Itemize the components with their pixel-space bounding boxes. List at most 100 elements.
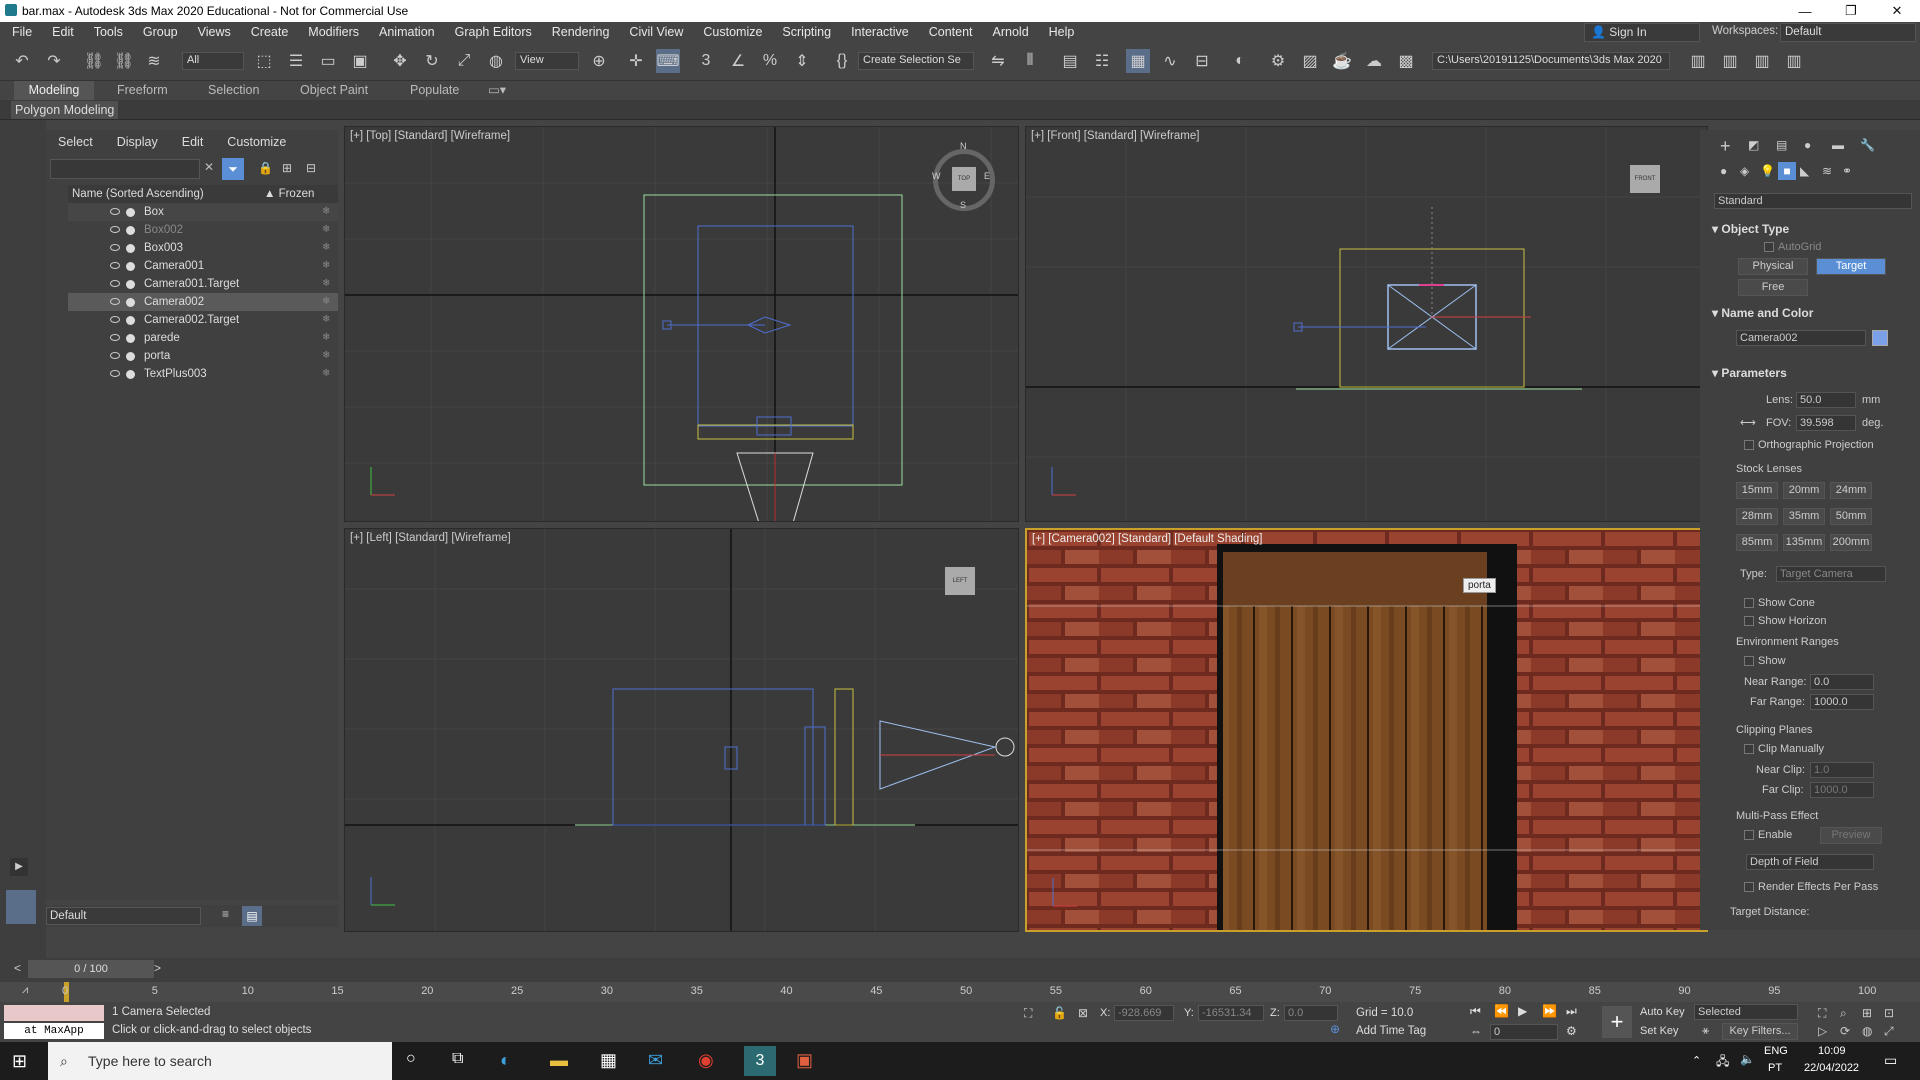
lens-15mm-button[interactable]: 15mm xyxy=(1736,482,1778,499)
edit-named-selection-icon[interactable]: {} xyxy=(830,49,854,73)
visibility-eye-icon[interactable] xyxy=(110,262,120,269)
prev-frame-icon[interactable]: < xyxy=(14,961,21,975)
tab-object-paint[interactable]: Object Paint xyxy=(300,81,368,100)
render-cloud-icon[interactable]: ☁ xyxy=(1362,49,1386,73)
name-color-header[interactable]: ▾ Name and Color xyxy=(1712,306,1813,320)
maximize-viewport-icon[interactable]: ⤢ xyxy=(1884,1024,1894,1039)
layer-dropdown[interactable]: Default xyxy=(46,907,201,925)
explorer-menu-display[interactable]: Display xyxy=(105,135,170,149)
menu-modifiers[interactable]: Modifiers xyxy=(298,22,369,43)
shapes-icon[interactable]: ◈ xyxy=(1740,164,1749,178)
time-config-icon[interactable]: ⚙ xyxy=(1566,1024,1577,1038)
minimize-icon[interactable]: — xyxy=(1782,0,1828,22)
freeze-icon[interactable]: ❄ xyxy=(322,329,330,347)
x-coord-input[interactable]: -928.669 xyxy=(1114,1005,1174,1021)
physical-button[interactable]: Physical xyxy=(1738,258,1808,275)
notification-icon[interactable]: ▭ xyxy=(1884,1052,1897,1069)
modify-tab-icon[interactable]: ◩ xyxy=(1748,138,1759,152)
clip-manually-checkbox[interactable] xyxy=(1744,744,1754,754)
motion-tab-icon[interactable]: ● xyxy=(1804,138,1811,152)
table-row[interactable]: Camera002 ❄ xyxy=(68,293,338,311)
select-object-icon[interactable]: ⬚ xyxy=(252,49,276,73)
select-by-name-icon[interactable]: ☰ xyxy=(284,49,308,73)
project-path-dropdown[interactable]: C:\Users\20191125\Documents\3ds Max 2020 xyxy=(1432,52,1670,70)
menu-file[interactable]: File xyxy=(0,22,42,43)
restore-icon[interactable]: ❐ xyxy=(1828,0,1874,22)
table-row[interactable]: TextPlus003 ❄ xyxy=(68,365,338,383)
store-icon[interactable]: ▦ xyxy=(600,1050,617,1071)
col-frozen[interactable]: ▲ Frozen xyxy=(264,185,314,203)
lens-35mm-button[interactable]: 35mm xyxy=(1783,508,1825,525)
near-clip-input[interactable]: 1.0 xyxy=(1810,762,1874,778)
render-setup-icon[interactable]: ⚙ xyxy=(1266,49,1290,73)
visibility-eye-icon[interactable] xyxy=(110,280,120,287)
absolute-mode-icon[interactable]: ⊠ xyxy=(1078,1006,1088,1020)
field-of-view-icon[interactable]: ⊡ xyxy=(1884,1006,1894,1020)
align-icon[interactable]: ⫴ xyxy=(1018,49,1042,73)
undo-icon[interactable]: ↶ xyxy=(10,49,34,73)
viewport-top-label[interactable]: [+] [Top] [Standard] [Wireframe] xyxy=(350,130,510,142)
explorer-menu-edit[interactable]: Edit xyxy=(170,135,216,149)
curve-editor-icon[interactable]: ∿ xyxy=(1158,49,1182,73)
visibility-eye-icon[interactable] xyxy=(110,352,120,359)
rendered-frame-icon[interactable]: ▨ xyxy=(1298,49,1322,73)
menu-views[interactable]: Views xyxy=(188,22,241,43)
menu-graph-editors[interactable]: Graph Editors xyxy=(445,22,542,43)
reference-coordinate-dropdown[interactable]: View xyxy=(515,52,579,70)
lens-input[interactable]: 50.0 xyxy=(1796,392,1856,408)
table-row[interactable]: Box002 ❄ xyxy=(68,221,338,239)
display-tab-icon[interactable]: ▬ xyxy=(1832,138,1844,152)
clock-date[interactable]: 22/04/2022 xyxy=(1804,1062,1859,1074)
tab-freeform[interactable]: Freeform xyxy=(117,81,168,100)
ribbon-options-icon[interactable]: ▭▾ xyxy=(488,81,506,100)
task-view-icon[interactable]: ⧉ xyxy=(452,1050,463,1068)
menu-arnold[interactable]: Arnold xyxy=(983,22,1039,43)
zoom-icon[interactable]: ⌕ xyxy=(1840,1006,1847,1021)
rotate-icon[interactable]: ↻ xyxy=(420,49,444,73)
hierarchy-tab-icon[interactable]: ▤ xyxy=(1776,138,1787,152)
viewport-top[interactable]: [+] [Top] [Standard] [Wireframe] TOP N S… xyxy=(344,126,1019,522)
next-key-icon[interactable]: ⏩ xyxy=(1542,1004,1557,1018)
unlink-icon[interactable]: ⛓ xyxy=(112,49,136,73)
y-coord-input[interactable]: -16531.34 xyxy=(1198,1005,1264,1021)
freeze-icon[interactable]: ❄ xyxy=(322,347,330,365)
menu-group[interactable]: Group xyxy=(133,22,188,43)
set-key-button[interactable]: Set Key xyxy=(1640,1025,1679,1037)
lens-135mm-button[interactable]: 135mm xyxy=(1783,534,1825,551)
current-frame-input[interactable]: 0 xyxy=(1490,1024,1558,1040)
space-warps-icon[interactable]: ≋ xyxy=(1822,164,1832,178)
key-mode-icon[interactable]: ⇔ xyxy=(1470,1024,1482,1038)
scene-explorer-icon[interactable]: ▤ xyxy=(1058,49,1082,73)
polygon-modeling-panel[interactable]: Polygon Modeling xyxy=(11,101,119,119)
viewport-left-label[interactable]: [+] [Left] [Standard] [Wireframe] xyxy=(350,532,511,544)
move-icon[interactable]: ✥ xyxy=(388,49,412,73)
filter-toggle-icon[interactable]: ⏷ xyxy=(222,158,244,180)
snap-toggle-icon[interactable]: 3 xyxy=(694,49,718,73)
explorer-menu-select[interactable]: Select xyxy=(46,135,105,149)
spinner-snap-icon[interactable]: ⇕ xyxy=(790,49,814,73)
menu-civil-view[interactable]: Civil View xyxy=(619,22,693,43)
visibility-eye-icon[interactable] xyxy=(110,244,120,251)
maxscript-listener[interactable] xyxy=(4,1005,104,1021)
scene-explorer-toggle-icon[interactable]: ▤ xyxy=(242,906,262,926)
viewport-front[interactable]: [+] [Front] [Standard] [Wireframe] FRONT xyxy=(1025,126,1708,522)
pan-icon[interactable]: ▷ xyxy=(1818,1024,1827,1038)
place-icon[interactable]: ◍ xyxy=(484,49,508,73)
col-name[interactable]: Name (Sorted Ascending) xyxy=(72,185,204,203)
lock-icon[interactable]: 🔒 xyxy=(258,161,273,175)
sign-in-button[interactable]: 👤 Sign In xyxy=(1584,23,1700,42)
parameters-header[interactable]: ▾ Parameters xyxy=(1712,366,1787,380)
mail-icon[interactable]: ✉ xyxy=(648,1050,663,1071)
chrome-icon[interactable]: ◉ xyxy=(698,1050,714,1071)
zoom-all-icon[interactable]: ⊞ xyxy=(1862,1006,1872,1020)
menu-interactive[interactable]: Interactive xyxy=(841,22,919,43)
preview-button[interactable]: Preview xyxy=(1820,827,1882,844)
track-bar-mini-curve-icon[interactable]: ⩘ xyxy=(22,984,28,997)
viewcube-front[interactable]: FRONT xyxy=(1630,165,1660,193)
goto-start-icon[interactable]: ⏮ xyxy=(1470,1004,1481,1019)
viewcube-top-label[interactable]: TOP xyxy=(952,167,976,191)
far-clip-input[interactable]: 1000.0 xyxy=(1810,782,1874,798)
menu-animation[interactable]: Animation xyxy=(369,22,445,43)
percent-snap-icon[interactable]: % xyxy=(758,49,782,73)
track-bar[interactable]: ⩘ 0 5 10 15 20 25 30 35 40 45 50 55 60 65 70 75 80 85 90 95… xyxy=(0,982,1920,1002)
